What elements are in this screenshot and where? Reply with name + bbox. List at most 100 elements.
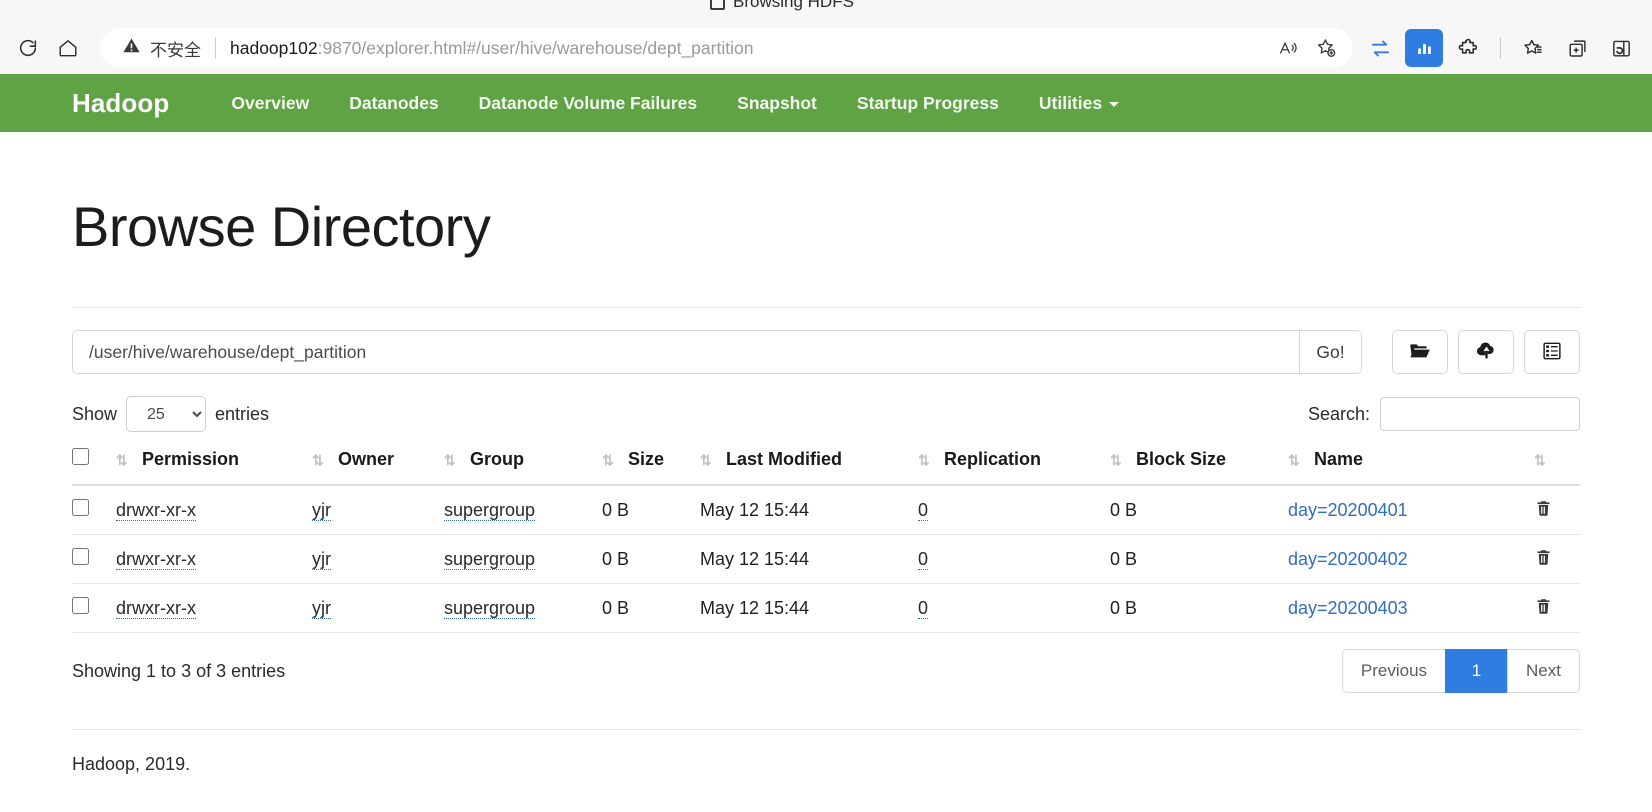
- row-checkbox[interactable]: [72, 548, 89, 565]
- cell-permission: drwxr-xr-x: [116, 534, 312, 584]
- group-link[interactable]: supergroup: [444, 499, 536, 521]
- path-input-group: Go!: [72, 330, 1362, 374]
- column-label: Replication: [944, 449, 1042, 469]
- cell-replication: 0: [918, 583, 1110, 633]
- browser-tab[interactable]: Browsing HDFS: [710, 0, 854, 12]
- group-link[interactable]: supergroup: [444, 597, 536, 619]
- reload-icon[interactable]: [8, 28, 48, 68]
- files-table-head: ⇅ Permission ⇅ Owner ⇅ Group ⇅ Size ⇅ Last Mo…: [72, 448, 1580, 486]
- favorites-star-list-icon[interactable]: [1514, 29, 1552, 67]
- file-name-link[interactable]: day=20200402: [1288, 549, 1408, 569]
- owner-link[interactable]: yjr: [312, 499, 331, 521]
- row-checkbox[interactable]: [72, 597, 89, 614]
- column-header-replication[interactable]: ⇅ Replication: [918, 448, 1110, 486]
- upload-button[interactable]: [1458, 330, 1514, 374]
- cell-owner: yjr: [312, 534, 444, 584]
- security-label: 不安全: [150, 40, 201, 60]
- files-table-body: drwxr-xr-x yjr supergroup 0 B May 12 15:…: [72, 485, 1580, 633]
- toolbar-actions: [1361, 29, 1644, 67]
- pagination-previous[interactable]: Previous: [1341, 649, 1446, 693]
- file-name-link[interactable]: day=20200401: [1288, 500, 1408, 520]
- column-header-group[interactable]: ⇅ Group: [444, 448, 602, 486]
- delete-button[interactable]: [1534, 499, 1553, 521]
- footer-divider: [72, 729, 1580, 730]
- cell-name: day=20200402: [1288, 534, 1534, 584]
- search-input[interactable]: [1380, 397, 1580, 431]
- owner-link[interactable]: yjr: [312, 597, 331, 619]
- delete-button[interactable]: [1534, 597, 1553, 619]
- show-label: Show: [72, 403, 118, 424]
- go-button[interactable]: Go!: [1299, 331, 1361, 373]
- page-title: Browse Directory: [72, 195, 491, 258]
- row-select-cell: [72, 583, 116, 633]
- home-icon[interactable]: [48, 28, 88, 68]
- column-label: Block Size: [1136, 449, 1227, 469]
- url-host: hadoop102: [230, 37, 318, 58]
- cell-size: 0 B: [602, 583, 700, 633]
- sync-swap-icon[interactable]: [1361, 29, 1399, 67]
- owner-link[interactable]: yjr: [312, 548, 331, 570]
- nav-link-datanodes[interactable]: Datanodes: [329, 74, 458, 132]
- table-row[interactable]: drwxr-xr-x yjr supergroup 0 B May 12 15:…: [72, 485, 1580, 535]
- column-header-last-modified[interactable]: ⇅ Last Modified: [700, 448, 918, 486]
- brand-hadoop[interactable]: Hadoop: [72, 88, 169, 119]
- address-bar[interactable]: 不安全 hadoop102:9870/explorer.html#/user/h…: [100, 28, 1353, 68]
- delete-button[interactable]: [1534, 548, 1553, 570]
- column-header-name[interactable]: ⇅ Name: [1288, 448, 1534, 486]
- file-name-link[interactable]: day=20200403: [1288, 598, 1408, 618]
- extensions-puzzle-icon[interactable]: [1449, 29, 1487, 67]
- nav-link-datanode-volume-failures[interactable]: Datanode Volume Failures: [459, 74, 717, 132]
- column-header-actions: ⇅: [1534, 448, 1580, 486]
- title-divider: [72, 307, 1580, 308]
- column-label: Owner: [338, 449, 395, 469]
- directory-path-input[interactable]: [73, 331, 1299, 373]
- cell-last-modified: May 12 15:44: [700, 485, 918, 535]
- collections-add-icon[interactable]: [1558, 29, 1596, 67]
- table-row[interactable]: drwxr-xr-x yjr supergroup 0 B May 12 15:…: [72, 583, 1580, 633]
- pagination-page-1[interactable]: 1: [1445, 649, 1508, 693]
- cut-paste-button[interactable]: [1524, 330, 1580, 374]
- security-status[interactable]: 不安全: [122, 36, 201, 61]
- entries-label: entries: [215, 403, 270, 424]
- replication-link[interactable]: 0: [918, 499, 929, 521]
- select-all-header: [72, 448, 116, 486]
- cell-actions: [1534, 485, 1580, 535]
- chevron-down-icon: [1109, 101, 1120, 107]
- row-checkbox[interactable]: [72, 499, 89, 516]
- column-header-permission[interactable]: ⇅ Permission: [116, 448, 312, 486]
- column-header-owner[interactable]: ⇅ Owner: [312, 448, 444, 486]
- column-header-block-size[interactable]: ⇅ Block Size: [1110, 448, 1288, 486]
- select-all-checkbox[interactable]: [72, 448, 89, 465]
- pagination-next[interactable]: Next: [1507, 649, 1580, 693]
- nav-link-snapshot[interactable]: Snapshot: [717, 74, 837, 132]
- table-footer: Showing 1 to 3 of 3 entries Previous 1 N…: [72, 649, 1580, 693]
- cell-group: supergroup: [444, 534, 602, 584]
- permission-link[interactable]: drwxr-xr-x: [116, 499, 196, 521]
- replication-link[interactable]: 0: [918, 548, 929, 570]
- replication-link[interactable]: 0: [918, 597, 929, 619]
- cell-name: day=20200403: [1288, 583, 1534, 633]
- bar-chart-icon[interactable]: [1405, 29, 1443, 67]
- read-aloud-icon[interactable]: [1271, 31, 1305, 65]
- nav-link-startup-progress[interactable]: Startup Progress: [837, 74, 1019, 132]
- permission-link[interactable]: drwxr-xr-x: [116, 548, 196, 570]
- split-screen-icon[interactable]: [1602, 29, 1640, 67]
- nav-link-utilities[interactable]: Utilities: [1019, 74, 1139, 132]
- column-label: Last Modified: [726, 449, 842, 469]
- permission-link[interactable]: drwxr-xr-x: [116, 597, 196, 619]
- cell-group: supergroup: [444, 485, 602, 535]
- open-folder-button[interactable]: [1392, 330, 1448, 374]
- table-row[interactable]: drwxr-xr-x yjr supergroup 0 B May 12 15:…: [72, 534, 1580, 584]
- path-row: Go!: [72, 330, 1580, 374]
- column-header-size[interactable]: ⇅ Size: [602, 448, 700, 486]
- entries-length-select[interactable]: 25: [126, 396, 207, 432]
- sort-updown-icon: ⇅: [116, 452, 128, 468]
- open-folder-icon: [1408, 339, 1432, 366]
- row-select-cell: [72, 485, 116, 535]
- group-link[interactable]: supergroup: [444, 548, 536, 570]
- nav-link-overview[interactable]: Overview: [211, 74, 329, 132]
- add-favorite-star-icon[interactable]: [1309, 31, 1343, 65]
- url-text[interactable]: hadoop102:9870/explorer.html#/user/hive/…: [230, 38, 1271, 59]
- cell-permission: drwxr-xr-x: [116, 583, 312, 633]
- cell-permission: drwxr-xr-x: [116, 485, 312, 535]
